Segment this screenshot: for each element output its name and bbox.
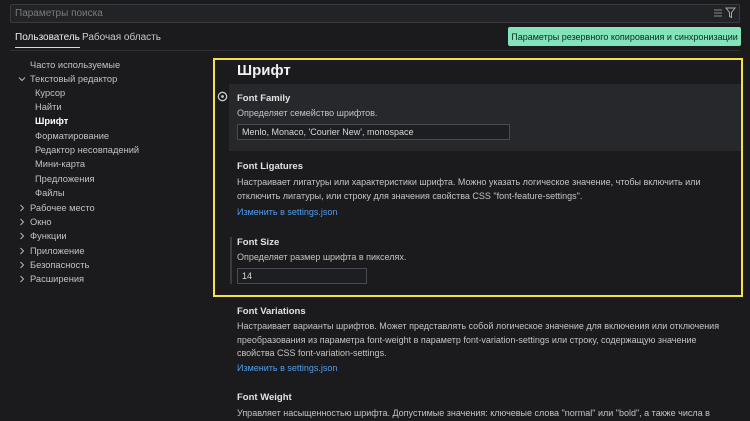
font-variations-edit-link[interactable]: Изменить в settings.json [237,363,337,373]
search-bar [10,4,740,23]
chevron-right-icon[interactable] [18,204,26,212]
toc-features[interactable]: Функции [30,231,67,241]
font-variations-description: Настраивает варианты шрифтов. Может пред… [237,321,720,358]
highlight-box [213,58,743,297]
toc-text-editor[interactable]: Текстовый редактор [30,74,117,84]
chevron-right-icon[interactable] [18,218,26,226]
font-weight-description: Управляет насыщенностью шрифта. Допустим… [237,408,710,418]
toc-find[interactable]: Найти [35,102,62,112]
chevron-right-icon[interactable] [18,232,26,240]
filter-icon[interactable] [725,7,736,19]
toc-files[interactable]: Файлы [35,188,65,198]
tab-user[interactable]: Пользователь [15,32,80,48]
search-input[interactable] [15,6,705,21]
toc-security[interactable]: Безопасность [30,260,89,270]
chevron-right-icon[interactable] [18,275,26,283]
clear-filter-icon[interactable] [713,8,723,18]
tab-workspace[interactable]: Рабочая область [82,32,161,47]
toc-window[interactable]: Окно [30,217,52,227]
toc-font[interactable]: Шрифт [35,116,68,126]
toc-minimap[interactable]: Мини-карта [35,159,85,169]
toc-common[interactable]: Часто используемые [30,60,120,70]
font-variations-title: Font Variations [237,306,306,317]
toc-suggestions[interactable]: Предложения [35,174,95,184]
font-weight-title: Font Weight [237,392,292,403]
tab-divider [10,50,740,51]
toc-formatting[interactable]: Форматирование [35,131,109,141]
toc-application[interactable]: Приложение [30,246,85,256]
backup-sync-button[interactable]: Параметры резервного копирования и синхр… [508,27,741,46]
toc-cursor[interactable]: Курсор [35,88,65,98]
toc-workbench[interactable]: Рабочее место [30,203,95,213]
toc-extensions[interactable]: Расширения [30,274,84,284]
chevron-right-icon[interactable] [18,261,26,269]
chevron-down-icon[interactable] [18,75,26,83]
toc-diff-editor[interactable]: Редактор несовпадений [35,145,139,155]
chevron-right-icon[interactable] [18,247,26,255]
